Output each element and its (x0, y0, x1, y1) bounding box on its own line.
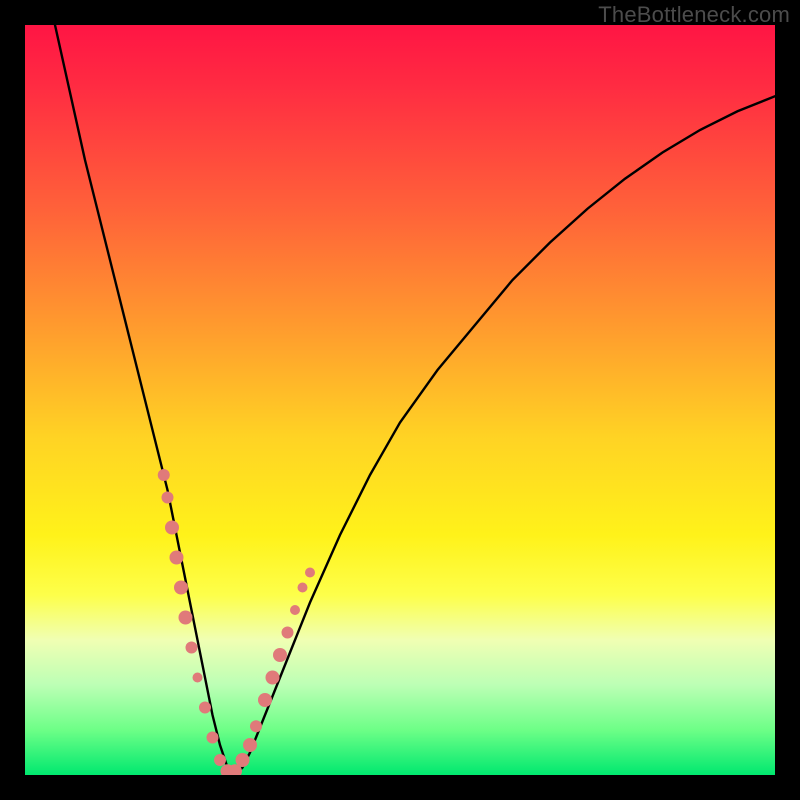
plot-area (25, 25, 775, 775)
highlight-dot (158, 469, 170, 481)
highlight-dot (305, 568, 315, 578)
highlight-dot (282, 627, 294, 639)
curve-layer (25, 25, 775, 775)
highlight-dot (162, 492, 174, 504)
highlight-dot (243, 738, 257, 752)
highlight-dot (186, 642, 198, 654)
highlight-dot (207, 732, 219, 744)
highlight-dot (266, 671, 280, 685)
highlight-dot (193, 673, 203, 683)
highlight-dots (158, 469, 315, 775)
chart-frame: TheBottleneck.com (0, 0, 800, 800)
highlight-dot (250, 720, 262, 732)
highlight-dot (273, 648, 287, 662)
highlight-dot (199, 702, 211, 714)
highlight-dot (165, 521, 179, 535)
highlight-dot (170, 551, 184, 565)
highlight-dot (174, 581, 188, 595)
highlight-dot (290, 605, 300, 615)
highlight-dot (258, 693, 272, 707)
highlight-dot (179, 611, 193, 625)
highlight-dot (236, 753, 250, 767)
highlight-dot (298, 583, 308, 593)
highlight-dot (214, 754, 226, 766)
bottleneck-curve (55, 25, 775, 775)
